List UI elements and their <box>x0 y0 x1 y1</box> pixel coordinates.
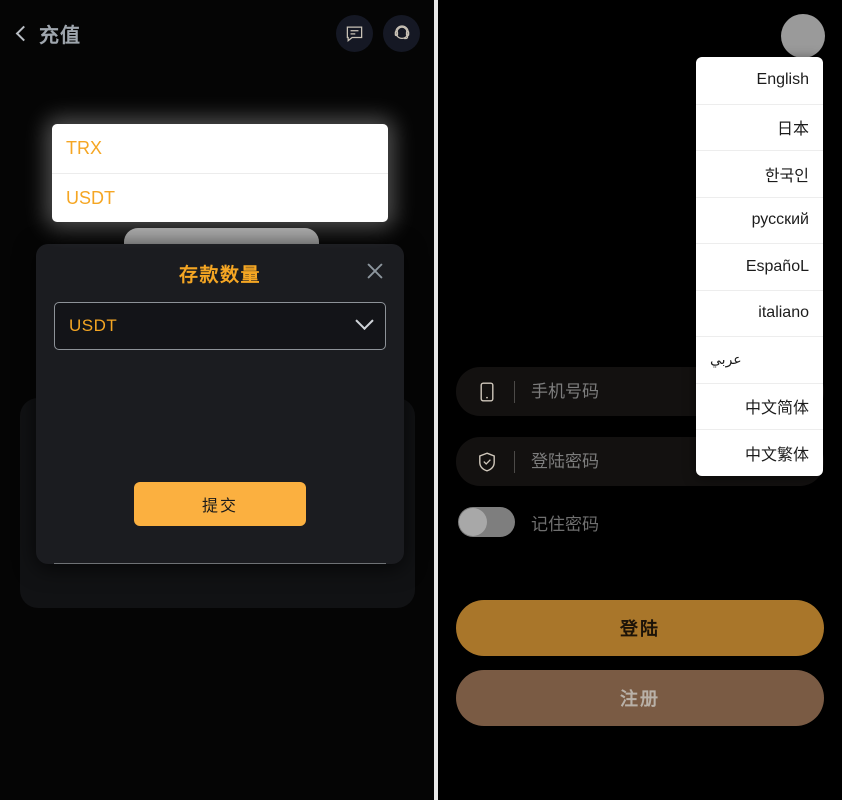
language-option-arabic[interactable]: عربي <box>696 336 823 383</box>
deposit-amount-modal: 存款数量 USDT 提交 <box>36 244 404 564</box>
submit-button[interactable]: 提交 <box>134 482 306 526</box>
avatar[interactable] <box>781 14 825 58</box>
language-option-japanese[interactable]: 日本 <box>696 103 823 151</box>
login-actions: 登陆 注册 <box>456 600 824 726</box>
remember-password-toggle[interactable] <box>458 507 515 537</box>
language-option-chinese-simplified[interactable]: 中文简体 <box>696 382 823 430</box>
toggle-knob <box>459 508 487 536</box>
language-option-spanish[interactable]: EspañoL <box>696 243 823 290</box>
chevron-down-icon <box>355 311 374 330</box>
currency-select[interactable]: USDT <box>54 302 386 350</box>
field-separator <box>514 450 515 473</box>
app-screen: 充值 存款数量 USDT 提交 TRX USDT English 日本 한국인 … <box>0 0 842 800</box>
modal-footer-divider <box>54 563 386 564</box>
recharge-topbar: 充值 <box>0 0 434 66</box>
login-button[interactable]: 登陆 <box>456 600 824 656</box>
register-button[interactable]: 注册 <box>456 670 824 726</box>
submit-row: 提交 <box>36 482 404 526</box>
currency-select-value: USDT <box>69 316 118 335</box>
language-menu[interactable]: English 日本 한국인 русский EspañoL italiano … <box>696 57 823 476</box>
page-title: 充值 <box>39 24 81 47</box>
language-option-russian[interactable]: русский <box>696 196 823 244</box>
support-button[interactable] <box>383 14 420 52</box>
language-option-chinese-traditional[interactable]: 中文繁体 <box>696 429 823 476</box>
chat-message-icon <box>345 24 364 43</box>
language-option-korean[interactable]: 한국인 <box>696 150 823 197</box>
language-option-english[interactable]: English <box>696 57 823 104</box>
field-separator <box>514 380 515 403</box>
modal-body: USDT <box>36 302 404 350</box>
login-panel: English 日本 한국인 русский EspañoL italiano … <box>438 0 842 800</box>
customer-service-headset-icon <box>392 23 412 43</box>
currency-option-usdt[interactable]: USDT <box>52 173 388 222</box>
recharge-panel: 充值 存款数量 USDT 提交 TRX USDT <box>0 0 434 800</box>
shield-check-icon <box>476 451 498 472</box>
modal-title: 存款数量 <box>178 264 261 286</box>
currency-option-trx[interactable]: TRX <box>52 124 388 173</box>
chevron-left-icon <box>15 25 32 41</box>
message-button[interactable] <box>336 14 373 52</box>
currency-dropdown-list[interactable]: TRX USDT <box>52 124 388 222</box>
remember-password-label: 记住密码 <box>531 514 599 534</box>
close-button[interactable] <box>362 258 388 284</box>
mobile-phone-icon <box>476 382 498 402</box>
topbar-actions <box>336 14 420 52</box>
remember-password-row: 记住密码 <box>456 507 824 537</box>
language-option-italian[interactable]: italiano <box>696 289 823 337</box>
modal-header: 存款数量 <box>36 244 404 302</box>
back-button[interactable]: 充值 <box>14 19 81 48</box>
